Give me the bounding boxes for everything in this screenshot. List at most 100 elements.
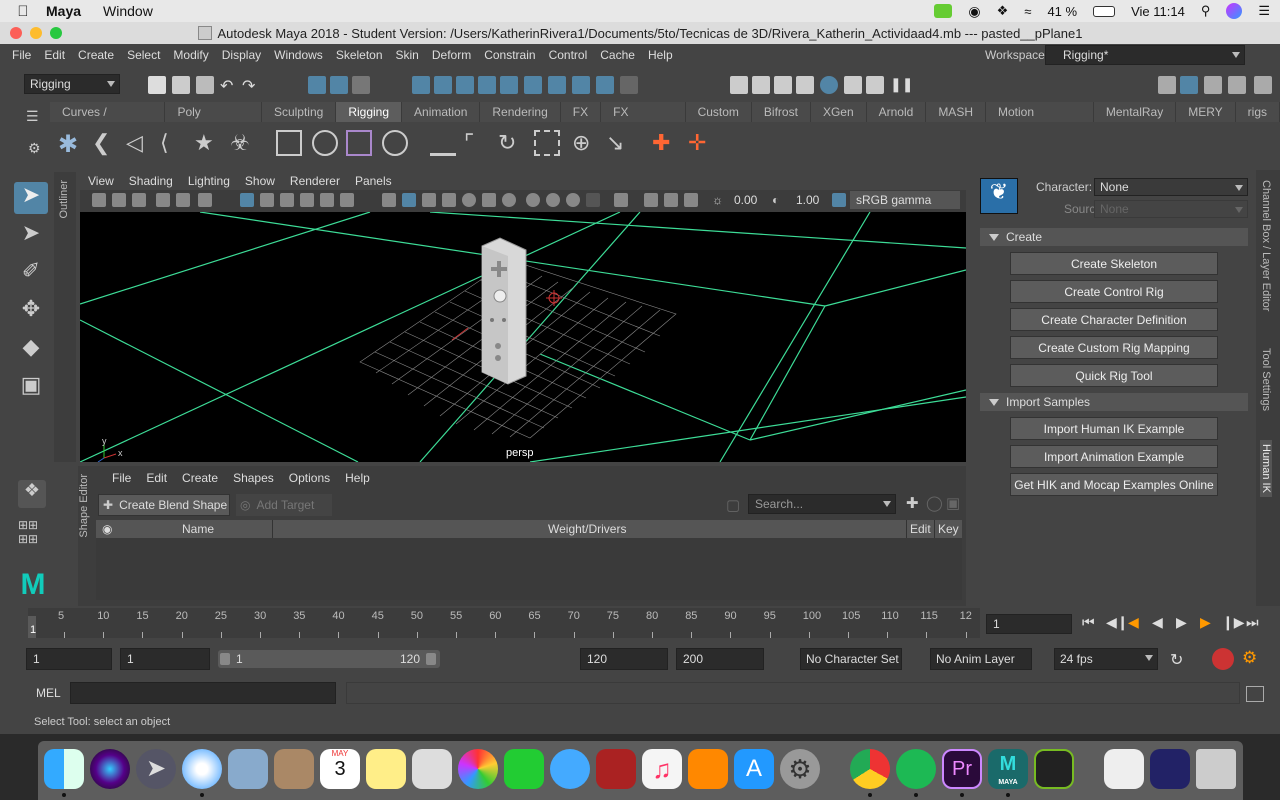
facetime-icon[interactable] — [504, 749, 544, 789]
human-ik-icon[interactable]: ☣ — [230, 130, 256, 156]
snap-point-icon[interactable] — [456, 76, 474, 94]
rotate-tool-icon[interactable]: ◆ — [14, 334, 48, 366]
history-icon[interactable] — [548, 76, 566, 94]
column-weight-drivers[interactable]: Weight/Drivers — [548, 522, 626, 536]
blend-shape-icon[interactable] — [430, 130, 456, 156]
tab-animation[interactable]: Animation — [402, 102, 480, 122]
app-menu[interactable]: Maya — [46, 3, 81, 19]
tab-fx[interactable]: FX — [560, 102, 601, 122]
range-end-handle[interactable] — [426, 653, 436, 665]
source-select[interactable]: None — [1094, 200, 1248, 218]
tab-sculpting[interactable]: Sculpting — [261, 102, 336, 122]
lattice-icon[interactable] — [346, 130, 372, 156]
tab-curves-surfaces[interactable]: Curves / Surfaces — [50, 102, 165, 139]
menu-cache[interactable]: Cache — [600, 48, 635, 62]
launchpad-icon[interactable]: ➤ — [136, 749, 176, 789]
vp-menu-view[interactable]: View — [88, 174, 114, 188]
finder-icon[interactable] — [44, 749, 84, 789]
filter-icon[interactable]: ▢ — [726, 496, 740, 514]
create-character-definition-button[interactable]: Create Character Definition — [1010, 308, 1218, 331]
move-tool-icon[interactable]: ✥ — [14, 296, 48, 328]
motion-blur-icon[interactable] — [526, 193, 540, 207]
se-menu-create[interactable]: Create — [182, 471, 218, 485]
tab-motion-graphics[interactable]: Motion Graphics — [985, 102, 1093, 139]
tool-settings-tab[interactable]: Tool Settings — [1260, 348, 1272, 411]
visibility-eye-icon[interactable]: ◉ — [102, 522, 112, 536]
field-chart-icon[interactable] — [320, 193, 334, 207]
render-frame-icon[interactable] — [730, 76, 748, 94]
anim-preferences-icon[interactable]: ⚙ — [1242, 648, 1257, 668]
2d-pan-zoom-icon[interactable] — [176, 193, 190, 207]
modeling-toolkit-icon[interactable] — [1158, 76, 1176, 94]
tab-rigging[interactable]: Rigging — [336, 102, 402, 122]
film-gate-icon[interactable] — [260, 193, 274, 207]
custom-script-icon[interactable]: ✛ — [688, 130, 714, 156]
select-hierarchy-icon[interactable] — [308, 76, 326, 94]
tab-rendering[interactable]: Rendering — [480, 102, 560, 122]
3d-viewport[interactable]: y x persp — [80, 212, 966, 462]
current-frame-field[interactable]: 1 — [986, 614, 1072, 634]
camera-icon[interactable] — [92, 193, 106, 207]
contacts-icon[interactable] — [274, 749, 314, 789]
window-menu[interactable]: Window — [103, 3, 153, 19]
smooth-shade-icon[interactable] — [402, 193, 416, 207]
bind-skin-icon[interactable] — [276, 130, 302, 156]
close-window-button[interactable] — [10, 27, 22, 39]
go-to-end-icon[interactable]: ⏭ — [1246, 614, 1259, 631]
safe-action-icon[interactable] — [340, 193, 354, 207]
tool-settings-icon[interactable] — [1204, 76, 1222, 94]
se-menu-options[interactable]: Options — [289, 471, 330, 485]
select-tool-icon[interactable]: ➤ — [14, 182, 48, 214]
range-slider[interactable]: 1 120 — [218, 650, 440, 668]
grid-toggle-icon[interactable] — [240, 193, 254, 207]
trash-dock-icon[interactable] — [1196, 749, 1236, 789]
tab-poly-modeling[interactable]: Poly Modeling — [165, 102, 261, 139]
create-blend-shape-button[interactable]: ✚ Create Blend Shape — [98, 494, 230, 516]
color-management-icon[interactable] — [832, 193, 846, 207]
messages-icon[interactable] — [550, 749, 590, 789]
trash-icon[interactable]: ▣ — [946, 494, 960, 512]
menu-deform[interactable]: Deform — [432, 48, 471, 62]
parent-constraint-icon[interactable]: ⌜ — [464, 130, 490, 156]
ik-spline-icon[interactable]: ◁ — [126, 130, 152, 156]
menu-modify[interactable]: Modify — [173, 48, 208, 62]
create-control-rig-button[interactable]: Create Control Rig — [1010, 280, 1218, 303]
paint-skin-weights-icon[interactable] — [312, 130, 338, 156]
go-to-start-icon[interactable]: ⏮ — [1082, 614, 1095, 631]
scale-tool-icon[interactable]: ▣ — [14, 372, 48, 404]
spotlight-icon[interactable]: ⚲ — [1201, 3, 1211, 19]
select-object-icon[interactable] — [330, 76, 348, 94]
use-all-lights-icon[interactable] — [462, 193, 476, 207]
siri-dock-icon[interactable] — [90, 749, 130, 789]
xray-joints-icon[interactable] — [644, 193, 658, 207]
safari-icon[interactable] — [182, 749, 222, 789]
ambient-occlusion-icon[interactable] — [502, 193, 516, 207]
menu-edit[interactable]: Edit — [44, 48, 65, 62]
menu-windows[interactable]: Windows — [274, 48, 323, 62]
mail-icon[interactable] — [228, 749, 268, 789]
lasso-tool-icon[interactable]: ➤ — [14, 220, 48, 252]
textured-icon[interactable] — [442, 193, 456, 207]
grease-pencil-icon[interactable] — [198, 193, 212, 207]
mirror-joint-icon[interactable]: ⟨ — [160, 130, 186, 156]
resolution-gate-icon[interactable] — [280, 193, 294, 207]
wireframe-on-shaded-icon[interactable] — [422, 193, 436, 207]
hypershade-icon[interactable] — [820, 76, 838, 94]
system-preferences-icon[interactable]: ⚙ — [780, 749, 820, 789]
playback-end-field[interactable]: 120 — [580, 648, 668, 670]
playback-start-field[interactable]: 1 — [120, 648, 210, 670]
attribute-editor-icon[interactable] — [1180, 76, 1198, 94]
outliner-tab[interactable]: Outliner — [54, 172, 76, 462]
menu-select[interactable]: Select — [127, 48, 160, 62]
tab-fx-caching[interactable]: FX Caching — [601, 102, 685, 139]
calendar-icon[interactable]: MAY 3 — [320, 749, 360, 789]
tab-mentalray[interactable]: MentalRay — [1093, 102, 1176, 122]
character-select[interactable]: None — [1094, 178, 1248, 196]
mel-label[interactable]: MEL — [36, 686, 61, 700]
screenshot-icon[interactable] — [1150, 749, 1190, 789]
import-animation-example-button[interactable]: Import Animation Example — [1010, 445, 1218, 468]
dropbox-icon[interactable]: ❖ — [997, 3, 1009, 19]
nvidia-icon[interactable] — [934, 4, 953, 18]
outliner-toggle-icon[interactable] — [1254, 76, 1272, 94]
se-menu-help[interactable]: Help — [345, 471, 370, 485]
